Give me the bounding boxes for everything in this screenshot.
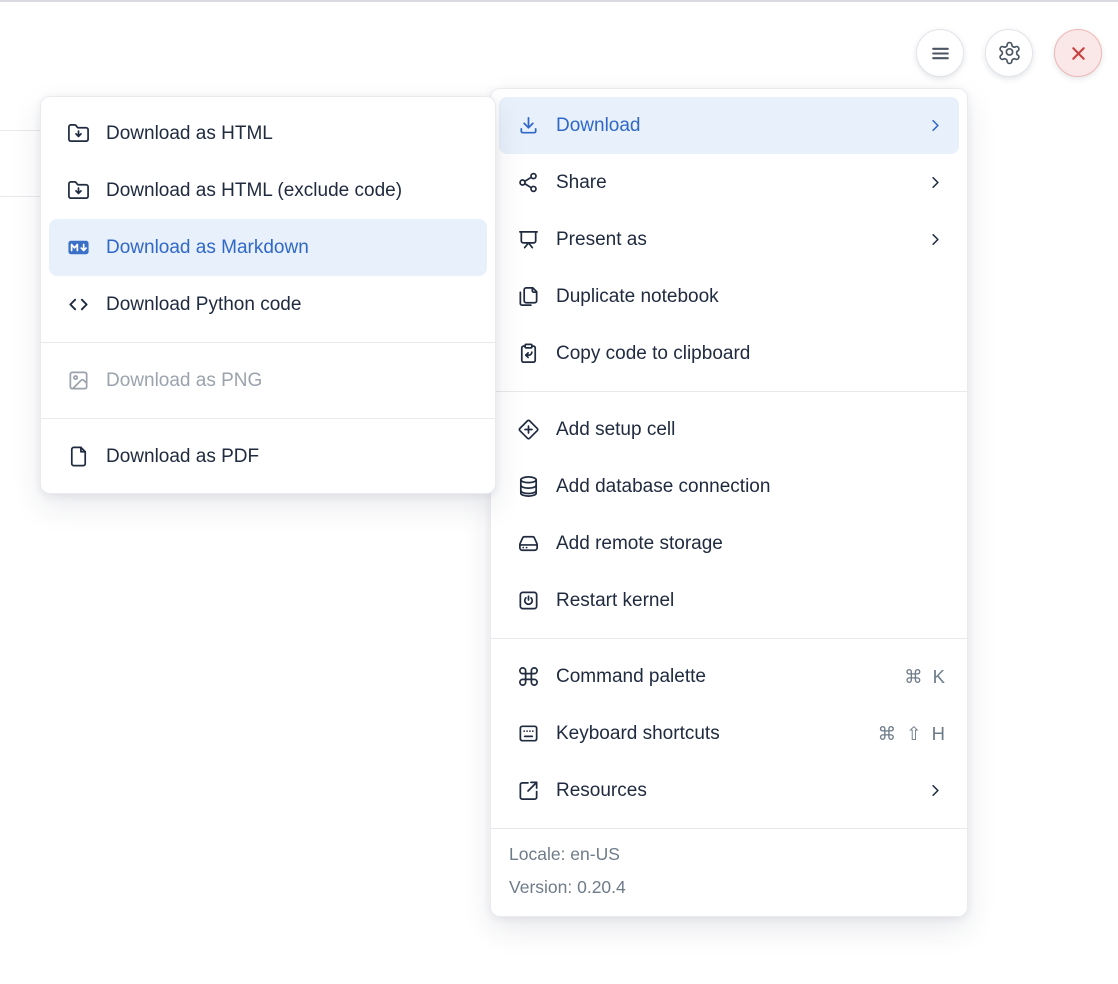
locale-text: Locale: en-US [509,838,949,871]
chevron-right-icon [926,781,945,800]
menu-item-download-as-html[interactable]: Download as HTML [49,105,487,162]
menu-item-download[interactable]: Download [499,97,959,154]
chevron-right-icon [926,173,945,192]
menu-item-add-database-connection[interactable]: Add database connection [499,458,959,515]
settings-button[interactable] [985,29,1033,77]
shortcut-keys: ⌘⇧H [878,723,945,745]
markdown-icon [67,236,90,259]
keyboard-icon [517,722,540,745]
menu-item-label: Download [556,115,641,137]
hamburger-icon [928,41,953,66]
menu-item-keyboard-shortcuts[interactable]: Keyboard shortcuts ⌘⇧H [499,705,959,762]
top-edge-line [0,0,1118,2]
menu-item-label: Command palette [556,666,706,688]
menu-item-label: Download as PNG [106,370,262,392]
menu-footer: Locale: en-USVersion: 0.20.4 [491,828,967,916]
menu-item-resources[interactable]: Resources [499,762,959,819]
menu-item-label: Copy code to clipboard [556,343,750,365]
image-icon [67,369,90,392]
background-cell-border [0,130,41,131]
menu-item-label: Duplicate notebook [556,286,719,308]
menu-item-add-setup-cell[interactable]: Add setup cell [499,401,959,458]
menu-item-label: Download as HTML [106,123,273,145]
background-cell-border [0,196,41,197]
file-icon [67,445,90,468]
menu-item-label: Download as Markdown [106,237,309,259]
chevron-right-icon [926,116,945,135]
menu-item-add-remote-storage[interactable]: Add remote storage [499,515,959,572]
menu-divider [41,342,495,343]
version-text: Version: 0.20.4 [509,871,949,904]
menu-item-download-as-pdf[interactable]: Download as PDF [49,428,487,485]
menu-item-copy-code-to-clipboard[interactable]: Copy code to clipboard [499,325,959,382]
menu-item-label: Add setup cell [556,419,675,441]
clipboard-copy-icon [517,342,540,365]
menu-item-label: Restart kernel [556,590,674,612]
chevron-right-icon [926,230,945,249]
menu-item-restart-kernel[interactable]: Restart kernel [499,572,959,629]
menu-item-label: Download as HTML (exclude code) [106,180,402,202]
notebook-page: Download Share Present as Duplicate noteboo… [0,0,1118,984]
menu-item-download-as-png: Download as PNG [49,352,487,409]
duplicate-icon [517,285,540,308]
download-icon [517,114,540,137]
download-submenu: Download as HTML Download as HTML (exclud… [40,96,496,494]
menu-divider [41,418,495,419]
menu-item-command-palette[interactable]: Command palette ⌘K [499,648,959,705]
menu-item-label: Resources [556,780,647,802]
power-square-icon [517,589,540,612]
external-link-icon [517,779,540,802]
notebook-actions-menu: Download Share Present as Duplicate noteboo… [490,88,968,917]
menu-item-present-as[interactable]: Present as [499,211,959,268]
menu-item-label: Add database connection [556,476,770,498]
menu-item-label: Download as PDF [106,446,259,468]
menu-item-label: Keyboard shortcuts [556,723,720,745]
menu-item-share[interactable]: Share [499,154,959,211]
folder-down-icon [67,122,90,145]
menu-item-label: Share [556,172,607,194]
database-icon [517,475,540,498]
menu-item-label: Download Python code [106,294,301,316]
menu-item-download-as-html-exclude-code[interactable]: Download as HTML (exclude code) [49,162,487,219]
menu-item-label: Add remote storage [556,533,723,555]
diamond-plus-icon [517,418,540,441]
code-icon [67,293,90,316]
gear-icon [997,41,1022,66]
menu-item-download-python-code[interactable]: Download Python code [49,276,487,333]
command-icon [517,665,540,688]
menu-item-duplicate-notebook[interactable]: Duplicate notebook [499,268,959,325]
notebook-menu-button[interactable] [916,29,964,77]
menu-item-download-as-markdown[interactable]: Download as Markdown [49,219,487,276]
hard-drive-icon [517,532,540,555]
close-x-icon [1066,41,1091,66]
presentation-icon [517,228,540,251]
menu-divider [491,638,967,639]
toolbar [916,29,1102,77]
shortcut-keys: ⌘K [904,666,945,688]
menu-divider [491,391,967,392]
shutdown-button[interactable] [1054,29,1102,77]
share-icon [517,171,540,194]
menu-item-label: Present as [556,229,647,251]
folder-down-icon [67,179,90,202]
